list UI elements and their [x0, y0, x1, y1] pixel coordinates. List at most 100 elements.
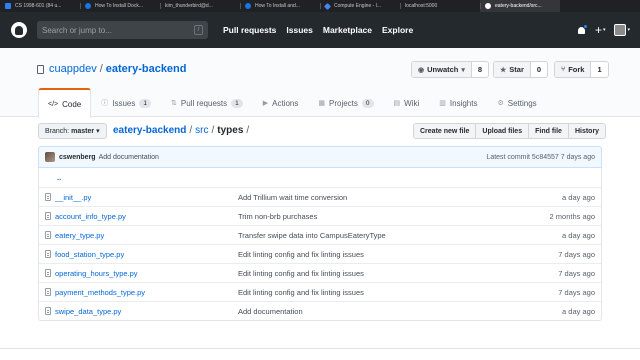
- table-row[interactable]: eatery_type.py Transfer swipe data into C…: [39, 225, 601, 244]
- star-count[interactable]: 0: [530, 62, 548, 77]
- table-row[interactable]: swipe_data_type.py Add documentation a day…: [39, 301, 601, 320]
- file-commit-age: 7 days ago: [558, 287, 595, 297]
- nav-marketplace[interactable]: Marketplace: [323, 25, 372, 35]
- file-link[interactable]: account_info_type.py: [45, 212, 126, 221]
- browser-tab[interactable]: kim_thunderbird@d...: [160, 0, 240, 12]
- browser-tab[interactable]: How To Install Dock...: [80, 0, 160, 12]
- tab-code[interactable]: </> Code: [38, 88, 92, 118]
- tab-label: Pull requests: [180, 98, 228, 108]
- file-name: payment_methods_type.py: [55, 287, 146, 297]
- favicon-icon: [85, 3, 91, 9]
- file-link[interactable]: swipe_data_type.py: [45, 307, 121, 316]
- nav-issues[interactable]: Issues: [286, 25, 312, 35]
- table-row[interactable]: payment_methods_type.py Edit linting conf…: [39, 282, 601, 301]
- tab-settings[interactable]: ⚙ Settings: [487, 88, 546, 117]
- breadcrumb-repo-link[interactable]: eatery-backend: [113, 125, 186, 136]
- search-shortcut-key: /: [194, 25, 203, 35]
- file-icon: [45, 212, 51, 220]
- file-commit-message[interactable]: Edit linting config and fix linting issu…: [238, 288, 364, 297]
- file-commit-message[interactable]: Add documentation: [238, 307, 303, 316]
- browser-tab[interactable]: localhost:5000: [400, 0, 480, 12]
- tab-projects[interactable]: ▦ Projects 0: [308, 88, 383, 117]
- file-link[interactable]: payment_methods_type.py: [45, 288, 145, 297]
- browser-tab-title: eatery-backend/src...: [495, 3, 542, 9]
- notifications-bell-icon[interactable]: [577, 23, 588, 35]
- table-row-parent[interactable]: ..: [39, 168, 601, 187]
- file-name: eatery_type.py: [55, 230, 105, 240]
- chevron-down-icon: ▾: [96, 128, 100, 135]
- create-new-file-button[interactable]: Create new file: [414, 124, 477, 138]
- tab-actions[interactable]: ▶ Actions: [253, 88, 309, 117]
- parent-directory-link[interactable]: ..: [57, 173, 61, 182]
- watch-count[interactable]: 8: [471, 62, 489, 77]
- browser-tab-title: CS 1998-601 (84 u...: [15, 3, 62, 9]
- nav-explore[interactable]: Explore: [382, 25, 413, 35]
- browser-tab[interactable]: Compute Engine - l...: [320, 0, 400, 12]
- latest-commit-info[interactable]: Latest commit 5c84557 7 days ago: [486, 154, 595, 161]
- fork-count[interactable]: 1: [591, 62, 608, 77]
- chevron-down-icon: ▾: [602, 27, 606, 33]
- unwatch-label: Unwatch: [427, 65, 459, 74]
- tab-pull-requests[interactable]: ⇅ Pull requests 1: [161, 88, 253, 117]
- tab-label: Settings: [507, 98, 537, 108]
- breadcrumb-separator: /: [211, 125, 215, 136]
- file-link[interactable]: operating_hours_type.py: [45, 269, 138, 278]
- file-link[interactable]: __init__.py: [45, 193, 91, 202]
- history-button[interactable]: History: [568, 124, 606, 138]
- unwatch-button[interactable]: ◉ Unwatch ▾: [412, 62, 472, 77]
- tab-insights[interactable]: ▥ Insights: [429, 88, 487, 117]
- commit-author-link[interactable]: cswenberg: [59, 154, 96, 161]
- table-row[interactable]: food_station_type.py Edit linting config …: [39, 244, 601, 263]
- repo-owner-link[interactable]: cuappdev: [49, 63, 97, 75]
- breadcrumb-separator: /: [189, 125, 193, 136]
- create-new-menu[interactable]: + ▾: [595, 24, 606, 36]
- file-commit-age: a day ago: [562, 306, 595, 316]
- file-commit-age: 7 days ago: [558, 249, 595, 259]
- commit-message-link[interactable]: Add documentation: [99, 154, 159, 161]
- pull-request-icon: ⇅: [171, 100, 177, 107]
- tab-label: Wiki: [404, 98, 420, 108]
- branch-selector[interactable]: Branch: master ▾: [38, 123, 107, 139]
- file-commit-message[interactable]: Add Trillium wait time conversion: [238, 193, 347, 202]
- star-button[interactable]: ★ Star: [494, 62, 531, 77]
- tab-issues[interactable]: ⓘ Issues 1: [91, 88, 161, 117]
- find-file-button[interactable]: Find file: [529, 124, 569, 138]
- file-icon: [45, 231, 51, 239]
- breadcrumb: eatery-backend / src / types /: [113, 125, 249, 136]
- file-name: food_station_type.py: [55, 249, 125, 259]
- latest-commit-bar: cswenberg Add documentation Latest commi…: [38, 146, 602, 168]
- browser-tab[interactable]: How To Install and...: [240, 0, 320, 12]
- user-menu[interactable]: ▾: [614, 24, 630, 36]
- file-commit-message[interactable]: Edit linting config and fix linting issu…: [238, 250, 364, 259]
- browser-tab[interactable]: eatery-backend/src...: [480, 0, 560, 12]
- table-row[interactable]: operating_hours_type.py Edit linting conf…: [39, 263, 601, 282]
- fork-button[interactable]: ⑂ Fork: [555, 62, 592, 77]
- browser-tab[interactable]: CS 1998-601 (84 u...: [0, 0, 80, 12]
- chevron-down-icon: ▾: [627, 27, 630, 33]
- file-icon: [45, 288, 51, 296]
- footer-divider: [0, 348, 640, 349]
- browser-tab-title: How To Install Dock...: [95, 3, 143, 9]
- nav-pull-requests[interactable]: Pull requests: [223, 25, 276, 35]
- star-icon: ★: [500, 66, 507, 74]
- browser-tab-title: How To Install and...: [255, 3, 300, 9]
- table-row[interactable]: __init__.py Add Trillium wait time conver…: [39, 187, 601, 206]
- file-table: .. __init__.py Add Trillium wait time con…: [38, 168, 602, 321]
- avatar[interactable]: [45, 152, 55, 162]
- upload-files-button[interactable]: Upload files: [476, 124, 530, 138]
- file-icon: [45, 307, 51, 315]
- github-logo-icon[interactable]: [11, 22, 27, 38]
- fork-icon: ⑂: [561, 66, 566, 73]
- file-commit-message[interactable]: Trim non-brb purchases: [238, 212, 317, 221]
- breadcrumb-src-link[interactable]: src: [195, 125, 208, 136]
- search-input[interactable]: Search or jump to... /: [37, 21, 208, 39]
- repo-tabs: </> Code ⓘ Issues 1 ⇅ Pull requests 1 ▶ Actions ▦ P…: [38, 88, 547, 118]
- tab-wiki[interactable]: ▤ Wiki: [384, 88, 430, 117]
- table-row[interactable]: account_info_type.py Trim non-brb purchas…: [39, 206, 601, 225]
- file-commit-message[interactable]: Transfer swipe data into CampusEateryTyp…: [238, 231, 386, 240]
- plus-icon: +: [594, 23, 602, 37]
- repo-name-link[interactable]: eatery-backend: [106, 63, 187, 75]
- file-commit-message[interactable]: Edit linting config and fix linting issu…: [238, 269, 364, 278]
- file-link[interactable]: eatery_type.py: [45, 231, 104, 240]
- file-link[interactable]: food_station_type.py: [45, 250, 124, 259]
